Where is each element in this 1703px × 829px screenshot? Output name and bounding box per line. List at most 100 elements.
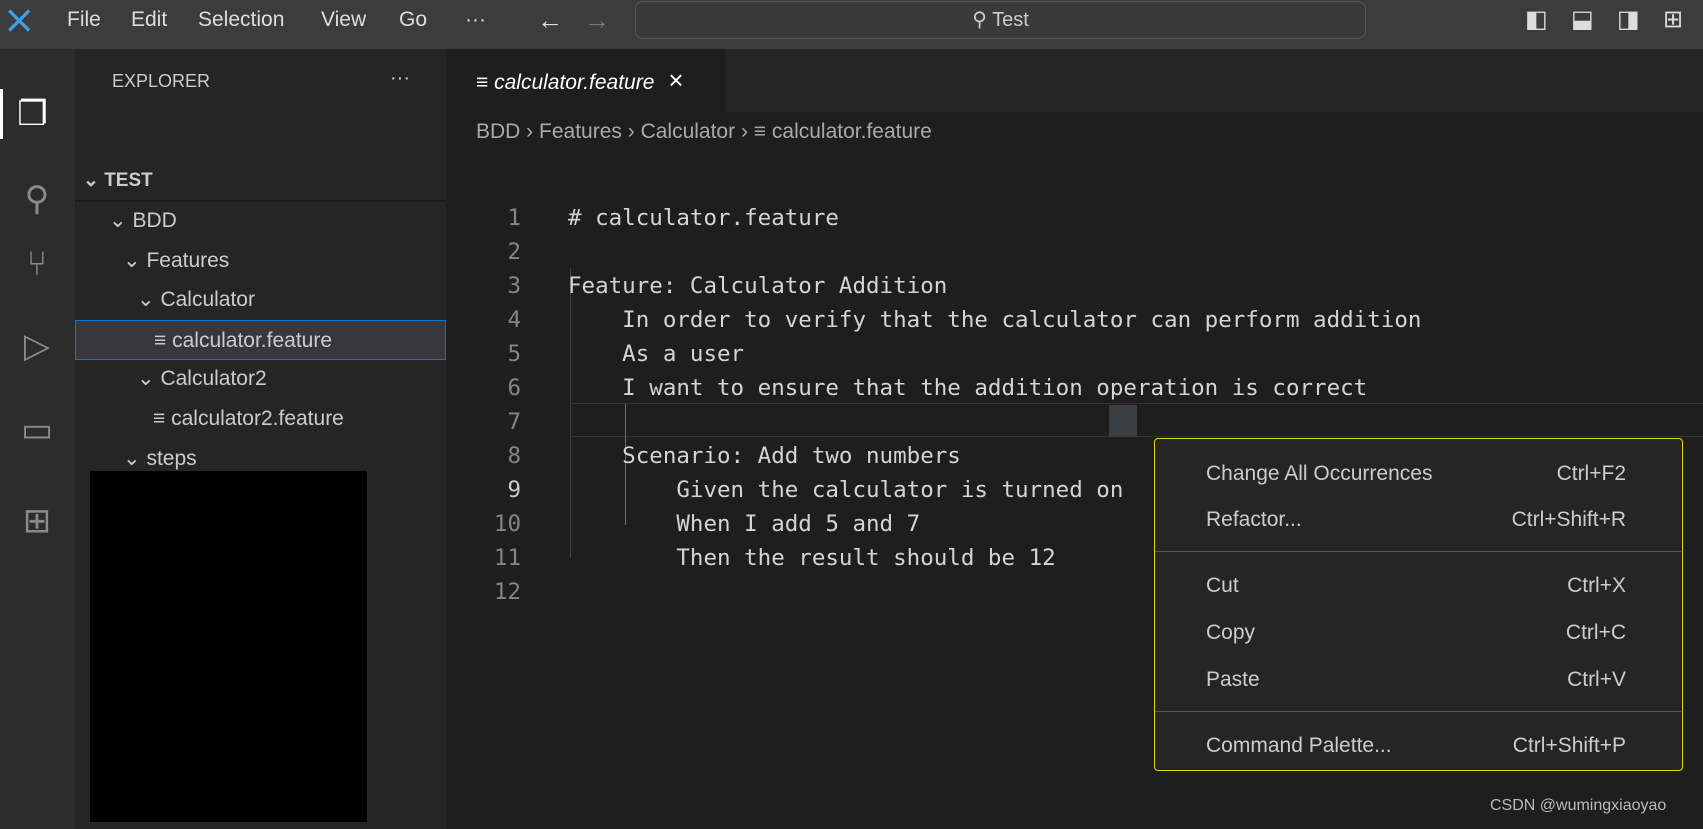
file-lines-icon: ≡ xyxy=(753,120,767,143)
line-number: 4 xyxy=(507,307,521,333)
context-menu-item[interactable]: Refactor... Ctrl+Shift+R xyxy=(1155,500,1681,540)
chevron-down-icon: ⌄ xyxy=(109,209,133,232)
tree-item-label: BDD xyxy=(132,209,177,232)
tree-item[interactable]: ⌄ BDD xyxy=(75,201,446,241)
title-bar: ⨉ File Edit Selection View Go ··· ← → ⚲ … xyxy=(0,0,1703,49)
vscode-logo-icon: ⨉ xyxy=(8,6,31,37)
context-menu: Change All Occurrences Ctrl+F2 Refactor...… xyxy=(1154,438,1683,771)
line-number: 6 xyxy=(507,375,521,401)
file-lines-icon: ≡ xyxy=(153,407,172,430)
line-number: 10 xyxy=(493,511,521,537)
tree-item[interactable]: ⌄ Calculator2 xyxy=(75,359,446,399)
code-line[interactable]: I want to ensure that the addition opera… xyxy=(568,371,1367,405)
tree-item-label: steps xyxy=(146,446,197,470)
forward-arrow-icon[interactable]: → xyxy=(584,0,610,49)
chevron-down-icon: ⌄ xyxy=(83,170,105,191)
code-line[interactable]: Feature: Calculator Addition xyxy=(568,269,947,303)
line-number: 9 xyxy=(507,477,521,503)
breadcrumb-file[interactable]: calculator.feature xyxy=(772,120,932,143)
tab-label: calculator.feature xyxy=(494,71,655,94)
menu-edit[interactable]: Edit xyxy=(131,0,167,49)
code-line[interactable]: In order to verify that the calculator c… xyxy=(568,303,1421,337)
menu-item-shortcut: Ctrl+F2 xyxy=(1556,462,1626,485)
explorer-sidebar: EXPLORER ··· ⌄ TEST ⌄ BDD ⌄ Features ⌄ Cal… xyxy=(75,49,446,829)
context-menu-item[interactable]: Cut Ctrl+X xyxy=(1155,566,1681,606)
search-icon[interactable]: ⚲ xyxy=(12,174,62,224)
tree-item[interactable]: ≡ calculator.feature xyxy=(75,319,446,360)
code-line[interactable]: As a user xyxy=(568,337,744,371)
context-menu-item[interactable]: Change All Occurrences Ctrl+F2 xyxy=(1155,454,1681,494)
tree-item[interactable]: ≡ calculator2.feature xyxy=(75,399,446,439)
menu-file[interactable]: File xyxy=(67,0,101,49)
file-lines-icon: ≡ xyxy=(476,71,495,94)
run-debug-icon[interactable]: ▷ xyxy=(12,321,62,371)
menu-more[interactable]: ··· xyxy=(465,0,486,49)
tree-item-label: calculator2.feature xyxy=(171,407,344,430)
search-label: Test xyxy=(992,9,1029,31)
back-arrow-icon[interactable]: ← xyxy=(537,0,563,49)
tab-bar: ≡ calculator.feature × xyxy=(446,49,1703,112)
menu-item-label: Copy xyxy=(1206,621,1256,644)
code-line[interactable]: When I add 5 and 7 xyxy=(568,507,920,541)
tab-calculator-feature[interactable]: ≡ calculator.feature × xyxy=(446,49,725,112)
tree-item-label: Calculator xyxy=(160,288,255,312)
line-number: 3 xyxy=(507,273,521,299)
workspace-root[interactable]: ⌄ TEST xyxy=(83,161,454,201)
menu-separator xyxy=(1155,551,1681,552)
toggle-panel-icon[interactable]: ⬓ xyxy=(1571,0,1594,49)
line-number: 2 xyxy=(507,239,521,265)
line-number: 5 xyxy=(507,341,521,367)
menu-item-shortcut: Ctrl+Shift+R xyxy=(1511,508,1626,531)
activity-bar: ❐ ⚲ ⑂ ▷ ▭ ⊞ xyxy=(0,49,75,829)
context-menu-item[interactable]: Copy Ctrl+C xyxy=(1155,613,1681,653)
tree-item[interactable]: ⌄ Features xyxy=(75,241,446,281)
breadcrumb-calculator[interactable]: Calculator xyxy=(641,120,736,143)
menu-item-label: Cut xyxy=(1206,574,1239,597)
menu-view[interactable]: View xyxy=(321,0,366,49)
breadcrumb-features[interactable]: Features xyxy=(539,120,622,143)
extensions-icon[interactable]: ⊞ xyxy=(12,496,62,546)
code-line[interactable]: Given the calculator is turned on xyxy=(568,473,1123,507)
line-number: 7 xyxy=(507,409,521,435)
chevron-down-icon: ⌄ xyxy=(123,446,147,470)
code-line[interactable]: Then the result should be 12 xyxy=(568,541,1055,575)
menu-item-label: Refactor... xyxy=(1206,508,1302,531)
tree-item-label: calculator.feature xyxy=(172,328,333,352)
watermark: CSDN @wumingxiaoyao xyxy=(1490,797,1667,814)
menu-go[interactable]: Go xyxy=(399,0,427,49)
customize-layout-icon[interactable]: ⊞ xyxy=(1663,0,1683,49)
tree-item-label: Features xyxy=(146,248,230,272)
code-line[interactable]: Scenario: Add two numbers xyxy=(568,439,961,473)
search-icon: ⚲ xyxy=(972,9,993,31)
chevron-down-icon: ⌄ xyxy=(137,367,161,391)
menu-item-shortcut: Ctrl+C xyxy=(1565,621,1626,644)
source-control-icon[interactable]: ⑂ xyxy=(12,239,62,289)
menu-item-shortcut: Ctrl+Shift+P xyxy=(1512,734,1626,757)
tree-item[interactable]: ⌄ Calculator xyxy=(75,280,446,320)
tree-item-label: Calculator2 xyxy=(160,367,267,391)
remote-explorer-icon[interactable]: ▭ xyxy=(12,405,62,455)
menu-item-shortcut: Ctrl+V xyxy=(1567,668,1626,691)
context-menu-item[interactable]: Paste Ctrl+V xyxy=(1155,660,1681,700)
explorer-icon[interactable]: ❐ xyxy=(0,89,62,139)
chevron-down-icon: ⌄ xyxy=(123,248,147,272)
toggle-primary-sidebar-icon[interactable]: ◧ xyxy=(1525,0,1548,49)
menu-item-label: Paste xyxy=(1206,668,1260,691)
command-center-search[interactable]: ⚲ Test xyxy=(635,1,1366,39)
redacted-area xyxy=(90,471,367,822)
code-line[interactable]: # calculator.feature xyxy=(568,201,839,235)
context-menu-item[interactable]: Command Palette... Ctrl+Shift+P xyxy=(1155,726,1681,766)
line-number: 8 xyxy=(507,443,521,469)
breadcrumb-bdd[interactable]: BDD xyxy=(476,120,520,143)
explorer-more-button[interactable]: ··· xyxy=(390,67,410,90)
file-lines-icon: ≡ xyxy=(154,328,173,352)
line-number: 11 xyxy=(493,545,521,571)
menu-item-label: Change All Occurrences xyxy=(1206,462,1433,485)
line-number: 1 xyxy=(507,205,521,231)
close-icon[interactable]: × xyxy=(668,65,683,95)
workspace-label: TEST xyxy=(104,170,153,191)
toggle-secondary-sidebar-icon[interactable]: ◨ xyxy=(1617,0,1640,49)
menu-item-shortcut: Ctrl+X xyxy=(1567,574,1626,597)
menu-selection[interactable]: Selection xyxy=(198,0,284,49)
explorer-title: EXPLORER xyxy=(112,71,211,91)
